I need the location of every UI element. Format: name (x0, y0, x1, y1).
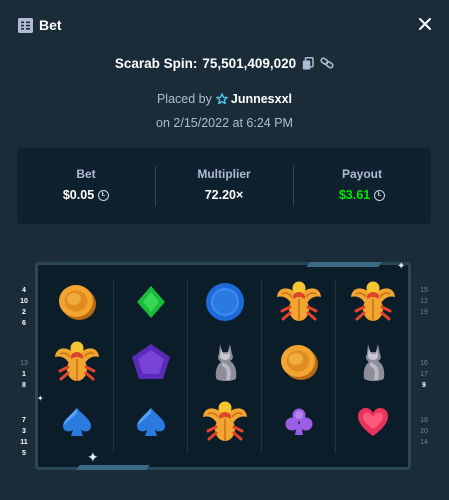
payline-number: 17 (420, 371, 428, 378)
stat-multiplier-value: 72.20× (204, 188, 244, 202)
spade-icon (60, 405, 94, 439)
payline-number: 3 (22, 428, 26, 435)
payline-number: 7 (22, 417, 26, 424)
scarab-icon (200, 397, 250, 447)
scarab-icon (52, 337, 102, 387)
payline-number: 9 (422, 382, 426, 389)
bet-date: on 2/15/2022 at 6:24 PM (156, 116, 293, 130)
copy-icon[interactable] (301, 56, 315, 70)
payline-number: 1 (22, 371, 26, 378)
stat-bet-value: $0.05 (62, 188, 95, 202)
slot-cell (45, 393, 109, 451)
sparkle-icon: ✦ (37, 394, 44, 403)
slot-cell (341, 393, 405, 451)
blue-ring-icon (203, 280, 247, 324)
payline-number: 16 (420, 360, 428, 367)
gold-coin-icon (55, 280, 99, 324)
payline-number: 13 (20, 360, 28, 367)
stat-bet: Bet $0.05 Ł (17, 148, 155, 224)
slot-cell (267, 273, 331, 331)
placed-by-label: Placed by (156, 92, 212, 106)
game-id-line: Scarab Spin: 75,501,409,020 (0, 53, 449, 73)
bet-stats-panel: Bet $0.05 Ł Multiplier 72.20× Payout $3.… (17, 148, 431, 224)
bet-slip-icon (18, 18, 33, 33)
stat-multiplier-label: Multiplier (197, 167, 251, 181)
slot-board (35, 262, 411, 470)
payline-number: 2 (22, 309, 26, 316)
placed-by-line: Placed by Junnesxxl (0, 92, 449, 106)
modal-header: Bet (0, 0, 449, 52)
payline-number: 8 (22, 382, 26, 389)
litecoin-icon: Ł (374, 189, 386, 201)
slot-cell (193, 273, 257, 331)
stat-multiplier-value-row: 72.20× (155, 188, 293, 202)
username: Junnesxxl (230, 92, 293, 106)
stat-bet-label: Bet (76, 167, 96, 181)
slot-cell (193, 393, 257, 451)
stat-payout-value-row: $3.61 Ł (293, 188, 431, 202)
purple-pentagon-icon (130, 342, 172, 382)
payline-number: 10 (20, 298, 28, 305)
payline-number: 19 (420, 309, 428, 316)
payline-number: 14 (420, 439, 428, 446)
payline-number: 12 (420, 298, 428, 305)
heart-icon (356, 406, 390, 438)
star-icon (215, 93, 228, 105)
club-icon (283, 406, 315, 438)
slot-cell (341, 333, 405, 391)
slot-cell (267, 333, 331, 391)
stat-multiplier: Multiplier 72.20× (155, 148, 293, 224)
payline-number: 18 (420, 417, 428, 424)
slot-cell (45, 273, 109, 331)
game-separator: : (192, 55, 198, 71)
reel-divider (335, 279, 336, 453)
reel-divider (113, 279, 114, 453)
slot-cell (341, 273, 405, 331)
cat-statue-icon (208, 340, 242, 384)
scarab-icon (348, 277, 398, 327)
slot-cell (119, 333, 183, 391)
link-icon[interactable] (320, 56, 334, 70)
sparkle-icon: ✦ (397, 261, 406, 272)
slot-cell (267, 393, 331, 451)
slot-board-area: 4 10 2 6 13 1 8 7 3 11 5 15 12 19 16 17 9 18 20 14 (17, 250, 431, 478)
payline-number: 5 (22, 450, 26, 457)
board-accent-bottom (76, 465, 150, 470)
reel-divider (261, 279, 262, 453)
board-accent-top (306, 262, 382, 267)
game-name: Scarab Spin (114, 55, 193, 71)
stat-payout-value: $3.61 (338, 188, 371, 202)
slot-cell (193, 333, 257, 391)
payline-number: 20 (420, 428, 428, 435)
payline-number: 6 (22, 320, 26, 327)
payline-number: 15 (420, 287, 428, 294)
stat-payout: Payout $3.61 Ł (293, 148, 431, 224)
scarab-icon (274, 277, 324, 327)
close-icon[interactable] (415, 14, 435, 34)
gold-coin-icon (277, 340, 321, 384)
stat-payout-label: Payout (341, 167, 382, 181)
spade-icon (134, 405, 168, 439)
bet-id: 75,501,409,020 (202, 55, 297, 71)
sparkle-icon: ✦ (87, 449, 99, 465)
payline-number: 4 (22, 287, 26, 294)
slot-cell (45, 333, 109, 391)
cat-statue-icon (356, 340, 390, 384)
user-link[interactable]: Junnesxxl (215, 92, 293, 106)
payline-number: 11 (20, 439, 28, 446)
litecoin-icon: Ł (98, 189, 110, 201)
reel-divider (187, 279, 188, 453)
modal-title: Bet (39, 17, 62, 33)
slot-cell (119, 273, 183, 331)
slot-cell (119, 393, 183, 451)
stat-bet-value-row: $0.05 Ł (17, 188, 155, 202)
green-diamond-icon (134, 284, 168, 320)
